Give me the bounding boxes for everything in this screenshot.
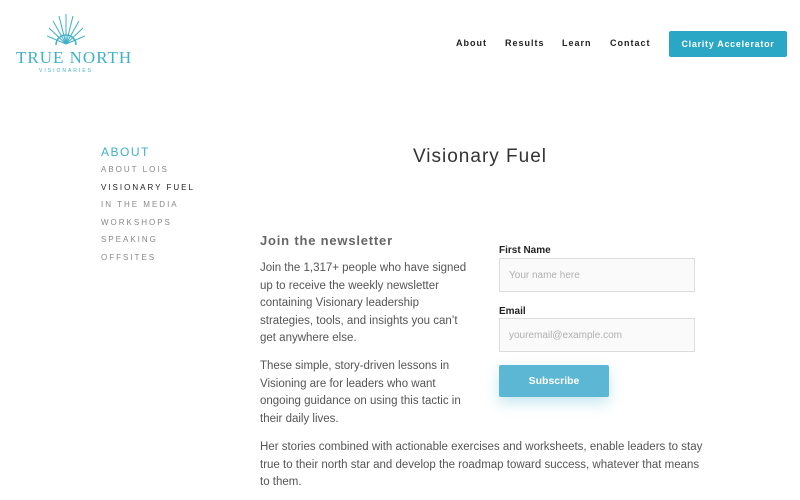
sidebar-heading[interactable]: ABOUT: [101, 145, 150, 159]
intro-paragraph: Join the 1,317+ people who have signed u…: [260, 262, 467, 344]
clarity-accelerator-button[interactable]: Clarity Accelerator: [669, 31, 787, 57]
page-title: Visionary Fuel: [412, 146, 548, 167]
nav-results[interactable]: Results: [505, 38, 545, 52]
email-label: Email: [499, 306, 526, 317]
nav-about[interactable]: About: [456, 38, 487, 52]
subscribe-button[interactable]: Subscribe: [499, 365, 609, 397]
sidebar-item-about-lois[interactable]: ABOUT LOIS: [101, 165, 169, 174]
sidebar-item-speaking[interactable]: SPEAKING: [101, 235, 158, 244]
sidebar-item-visionary-fuel[interactable]: VISIONARY FUEL: [101, 183, 195, 192]
sidebar-item-in-the-media[interactable]: IN THE MEDIA: [101, 200, 179, 209]
newsletter-heading: Join the newsletter: [260, 233, 393, 248]
sidebar-item-workshops[interactable]: WORKSHOPS: [101, 218, 172, 227]
first-name-field[interactable]: [499, 258, 695, 292]
brand-name: TRUE NORTH: [16, 48, 133, 67]
email-field[interactable]: [499, 318, 695, 352]
logo[interactable]: TRUE NORTH VISIONARIES: [16, 12, 133, 74]
brand-tagline: VISIONARIES: [39, 68, 93, 74]
nav-contact[interactable]: Contact: [610, 38, 651, 52]
lessons-paragraph: These simple, story-driven lessons in Vi…: [260, 360, 461, 425]
first-name-label: First Name: [499, 245, 551, 256]
sunburst-icon: [47, 14, 85, 46]
stories-paragraph: Her stories combined with actionable exe…: [260, 441, 703, 488]
nav-learn[interactable]: Learn: [562, 38, 592, 52]
sidebar-item-offsites[interactable]: OFFSITES: [101, 253, 156, 262]
